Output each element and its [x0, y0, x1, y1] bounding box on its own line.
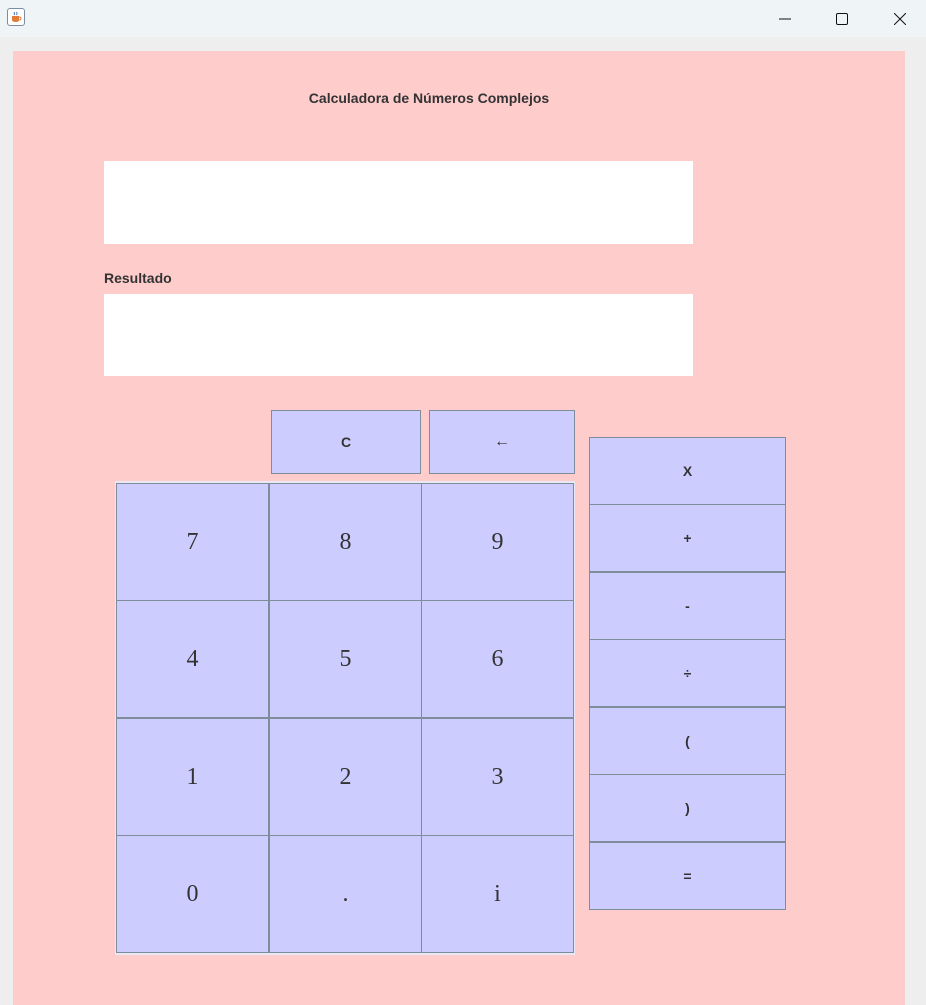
key-imaginary[interactable]: i [421, 835, 574, 953]
key-2[interactable]: 2 [269, 718, 422, 836]
close-icon [894, 12, 906, 25]
clear-button[interactable]: C [271, 410, 421, 474]
key-7[interactable]: 7 [116, 483, 269, 601]
result-label: Resultado [104, 270, 172, 286]
calculator-panel: Calculadora de Números Complejos Resulta… [13, 51, 905, 1005]
minimize-icon [779, 18, 791, 19]
backspace-button[interactable]: ← [429, 410, 575, 474]
multiply-button[interactable]: X [589, 437, 786, 505]
key-decimal[interactable]: . [269, 835, 422, 953]
key-0[interactable]: 0 [116, 835, 269, 953]
window-titlebar [0, 0, 926, 37]
maximize-button[interactable] [819, 0, 865, 37]
maximize-icon [836, 12, 848, 25]
close-button[interactable] [877, 0, 923, 37]
key-8[interactable]: 8 [269, 483, 422, 601]
page-title: Calculadora de Números Complejos [308, 90, 550, 106]
result-field[interactable] [104, 294, 693, 376]
key-4[interactable]: 4 [116, 600, 269, 718]
key-9[interactable]: 9 [421, 483, 574, 601]
operator-panel: X + - ÷ ( ) = [589, 437, 786, 910]
add-button[interactable]: + [589, 504, 786, 572]
number-keypad: 7 8 9 4 5 6 1 2 3 0 . i [115, 481, 575, 955]
subtract-button[interactable]: - [589, 572, 786, 640]
expression-field[interactable] [104, 161, 693, 244]
close-paren-button[interactable]: ) [589, 774, 786, 842]
key-6[interactable]: 6 [421, 600, 574, 718]
divide-button[interactable]: ÷ [589, 639, 786, 707]
key-1[interactable]: 1 [116, 718, 269, 836]
equals-button[interactable]: = [589, 842, 786, 910]
java-cup-icon[interactable] [7, 8, 25, 26]
minimize-button[interactable] [762, 0, 808, 37]
key-5[interactable]: 5 [269, 600, 422, 718]
key-3[interactable]: 3 [421, 718, 574, 836]
open-paren-button[interactable]: ( [589, 707, 786, 775]
